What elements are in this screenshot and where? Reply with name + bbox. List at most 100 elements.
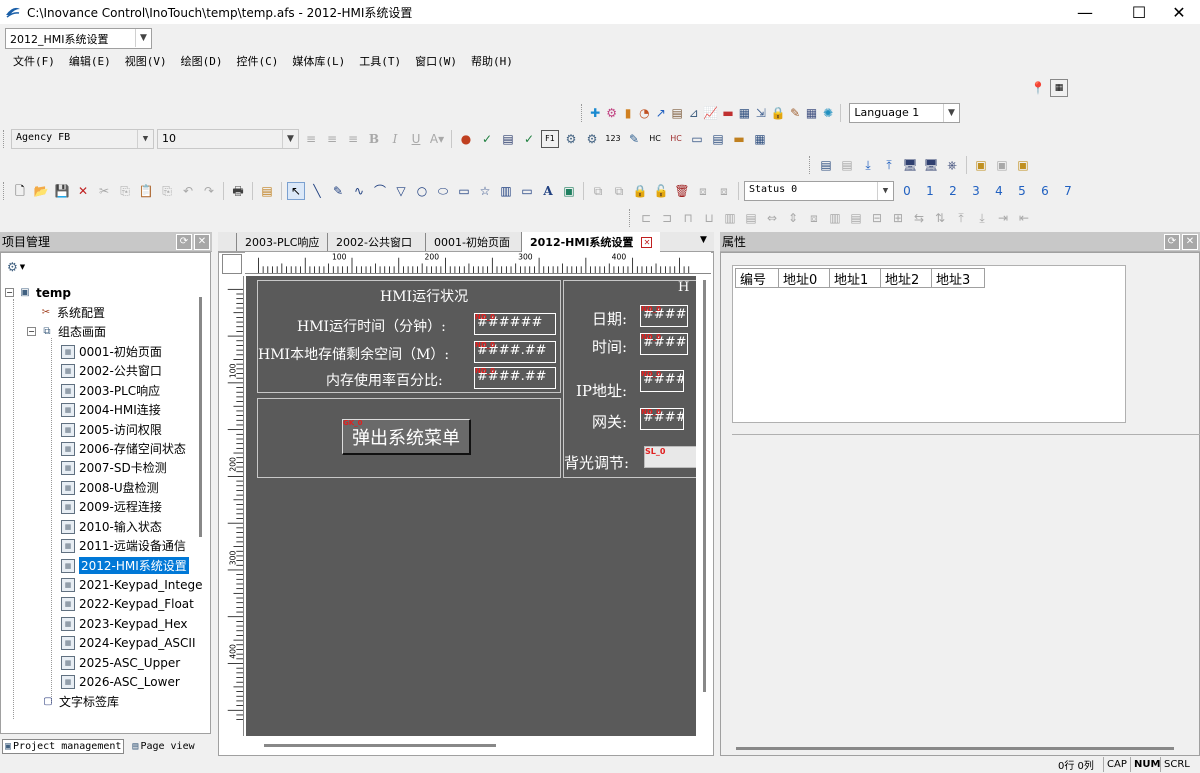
image-tool-icon[interactable]: ▣ xyxy=(560,182,578,200)
panel-close-icon[interactable]: ✕ xyxy=(1182,233,1198,250)
underline-icon[interactable]: U xyxy=(407,130,425,148)
package-icon[interactable]: ▣ xyxy=(972,156,990,174)
collapse-icon[interactable]: − xyxy=(5,288,14,297)
tree-page-item[interactable]: ▦ 2023-Keypad_Hex xyxy=(61,614,188,633)
move-top-icon[interactable]: ⤒ xyxy=(952,209,970,227)
tree-page-item[interactable]: ▦ 2010-输入状态 xyxy=(61,517,162,536)
gauge-icon[interactable]: ◔ xyxy=(638,104,651,122)
tree-scrollbar[interactable] xyxy=(199,297,202,537)
tab-2012-active[interactable]: 2012-HMI系统设置 ✕ xyxy=(521,232,661,252)
network-icon[interactable]: ⎈ xyxy=(943,156,961,174)
status-7-button[interactable]: 7 xyxy=(1058,182,1078,200)
settings-icon[interactable]: ⚙ xyxy=(562,130,580,148)
line-tool-icon[interactable]: ╲ xyxy=(308,182,326,200)
tab-list-icon[interactable]: ▼ xyxy=(700,235,707,245)
polyline-tool-icon[interactable]: ✎ xyxy=(329,182,347,200)
status-0-button[interactable]: 0 xyxy=(897,182,917,200)
loading-icon[interactable]: ✺ xyxy=(821,104,834,122)
grid-col-header[interactable]: 地址2 xyxy=(880,268,932,288)
timer-icon[interactable]: ▤ xyxy=(817,156,835,174)
flip-h-icon[interactable]: ⇆ xyxy=(910,209,928,227)
list-icon[interactable]: ▤ xyxy=(499,130,517,148)
line-chart-icon[interactable]: 📈 xyxy=(703,104,718,122)
tree-page-item[interactable]: ▦ 2002-公共窗口 xyxy=(61,361,162,380)
pin-icon[interactable]: ⟳ xyxy=(1164,233,1180,250)
screen-select[interactable]: 2012_HMI系统设置 ▼ xyxy=(5,28,152,49)
bold-icon[interactable]: B xyxy=(365,130,383,148)
menu-draw[interactable]: 绘图(D) xyxy=(174,51,230,71)
tree-page-item[interactable]: ▦ 2024-Keypad_ASCII xyxy=(61,633,196,652)
tree-page-item[interactable]: ▦ 2003-PLC响应 xyxy=(61,381,160,400)
duplicate-icon[interactable]: ⎘ xyxy=(158,182,176,200)
tree-page-item[interactable]: ▦ 0001-初始页面 xyxy=(61,342,162,361)
matrix-icon[interactable]: ▦ xyxy=(805,104,818,122)
frame-tool-icon[interactable]: ▭ xyxy=(518,182,536,200)
tree-root[interactable]: − ▣ temp xyxy=(5,283,71,302)
status-select[interactable]: Status 0 ▼ xyxy=(744,181,894,201)
address-grid[interactable]: 编号 地址0 地址1 地址2 地址3 xyxy=(732,265,1126,423)
window-icon[interactable]: ▭ xyxy=(688,130,706,148)
menu-control[interactable]: 控件(C) xyxy=(230,51,286,71)
move-bottom-icon[interactable]: ⤓ xyxy=(973,209,991,227)
calendar-icon[interactable]: ▦ xyxy=(751,130,769,148)
language-select[interactable]: Language 1 ▼ xyxy=(849,103,960,123)
numeric-input-icon[interactable]: 123 xyxy=(604,130,622,148)
tree-system-config[interactable]: ✂ 系统配置 xyxy=(39,303,105,322)
tab-close-icon[interactable]: ✕ xyxy=(641,236,653,248)
tree-group[interactable]: − ⧉ 组态画面 xyxy=(27,322,106,341)
table-icon[interactable]: ▦ xyxy=(738,104,751,122)
grid-col-header[interactable]: 地址0 xyxy=(778,268,830,288)
tree-page-item[interactable]: ▦ 2007-SD卡检测 xyxy=(61,458,167,477)
trash-icon[interactable]: 🗑 xyxy=(673,182,691,200)
menu-media[interactable]: 媒体库(L) xyxy=(285,51,352,71)
move-right-icon[interactable]: ⇥ xyxy=(994,209,1012,227)
panel-close-icon[interactable]: ✕ xyxy=(194,233,210,250)
tree-tool-dropdown[interactable]: ⚙ ▼ xyxy=(7,259,37,275)
lock-icon[interactable]: 🔒 xyxy=(771,104,786,122)
flip-v-icon[interactable]: ⇅ xyxy=(931,209,949,227)
menu-view[interactable]: 视图(V) xyxy=(118,51,174,71)
editor-vscroll[interactable] xyxy=(703,280,706,692)
group-icon[interactable]: ⚙ xyxy=(605,104,618,122)
copy-icon[interactable]: ⎘ xyxy=(116,182,134,200)
grid-view-icon[interactable]: ▦ xyxy=(1050,79,1068,97)
rectangle-tool-icon[interactable]: ▭ xyxy=(455,182,473,200)
export-icon[interactable]: ⇲ xyxy=(754,104,767,122)
tree-text-tags[interactable]: ▢ 文字标签库 xyxy=(41,692,119,711)
same-size-icon[interactable]: ⧈ xyxy=(805,209,823,227)
circle-tool-icon[interactable]: ○ xyxy=(413,182,431,200)
align-right-icon[interactable]: ≡ xyxy=(344,130,362,148)
send-back-icon[interactable]: ⧈ xyxy=(715,182,733,200)
hmi-canvas[interactable]: HMI运行状况 HMI运行时间（分钟）: ###### ND_0 HMI本地存储… xyxy=(246,276,696,736)
schedule-icon[interactable]: ▤ xyxy=(838,156,856,174)
align-right-edge-icon[interactable]: ⊐ xyxy=(658,209,676,227)
tree-page-item[interactable]: ▦ 2011-远端设备通信 xyxy=(61,536,186,555)
status-6-button[interactable]: 6 xyxy=(1035,182,1055,200)
tree-page-item[interactable]: ▦ 2006-存储空间状态 xyxy=(61,439,186,458)
tree-page-item[interactable]: ▦ 2025-ASC_Upper xyxy=(61,653,180,672)
font-select[interactable]: Agency FB ▼ xyxy=(11,129,154,149)
properties-icon[interactable]: ▤ xyxy=(258,182,276,200)
tab-0001[interactable]: 0001-初始页面 xyxy=(425,233,518,251)
trend-icon[interactable]: ↗ xyxy=(654,104,667,122)
bar-chart-icon[interactable]: ▮ xyxy=(621,104,634,122)
download-icon[interactable]: ⤓ xyxy=(859,156,877,174)
polygon-tool-icon[interactable]: ▽ xyxy=(392,182,410,200)
ellipse-tool-icon[interactable]: ⬭ xyxy=(434,182,452,200)
tab-2002[interactable]: 2002-公共窗口 xyxy=(327,233,420,251)
star-tool-icon[interactable]: ☆ xyxy=(476,182,494,200)
center-h-icon[interactable]: ⊟ xyxy=(868,209,886,227)
center-v-icon[interactable]: ⊞ xyxy=(889,209,907,227)
package-disabled-icon[interactable]: ▣ xyxy=(993,156,1011,174)
grid-col-header[interactable]: 地址1 xyxy=(829,268,881,288)
lock-object-icon[interactable]: 🔒 xyxy=(631,182,649,200)
scale-tool-icon[interactable]: ▥ xyxy=(497,182,515,200)
move-icon[interactable]: ✚ xyxy=(588,104,601,122)
tree-page-item[interactable]: ▦ 2026-ASC_Lower xyxy=(61,672,180,691)
status-4-button[interactable]: 4 xyxy=(989,182,1009,200)
function-key-icon[interactable]: F1 xyxy=(541,130,559,148)
hc-icon[interactable]: HC xyxy=(646,130,664,148)
align-left-edge-icon[interactable]: ⊏ xyxy=(637,209,655,227)
ungroup-objects-icon[interactable]: ⧉ xyxy=(610,182,628,200)
space-v-icon[interactable]: ▤ xyxy=(847,209,865,227)
